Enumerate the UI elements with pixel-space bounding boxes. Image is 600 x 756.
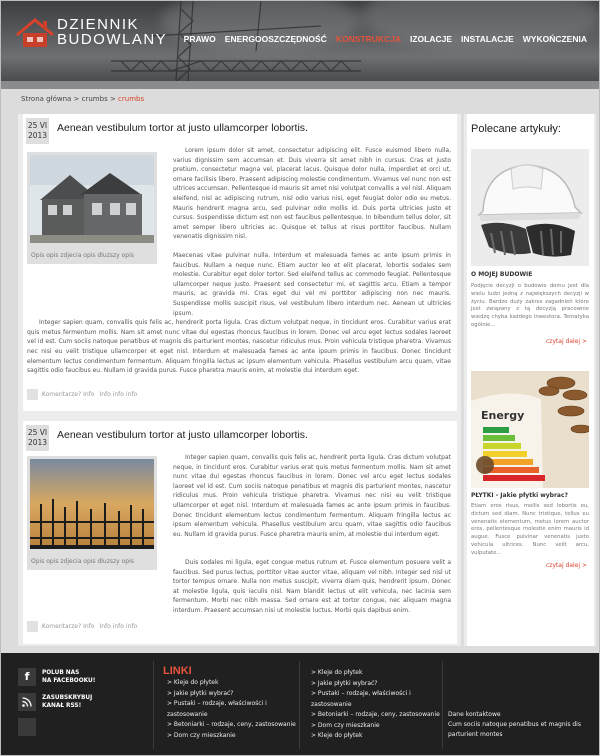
blank-social-icon — [18, 718, 36, 736]
date-day: 25 VI — [27, 428, 48, 437]
energy-label-text: Energy — [481, 409, 524, 422]
article-date: 25 VI 2013 — [26, 118, 49, 144]
house-logo-icon — [16, 18, 54, 47]
contact-text: Cum sociis natoque penatibus et magnis d… — [448, 721, 581, 738]
footer-link[interactable]: > Dom czy mieszkanie — [167, 731, 302, 742]
comment-icon — [27, 389, 38, 400]
nav-item-energooszczednosc[interactable]: ENERGOOSZCZĘDNOŚĆ — [225, 34, 327, 44]
comments-link[interactable]: Komentarze? Info — [42, 391, 94, 398]
article-text-top: Integer sapien quam, convallis quis feli… — [173, 453, 451, 539]
rss-link[interactable]: ZASUBSKRYBUJ KANAŁ RSS! — [18, 693, 92, 711]
footer-contact: Dane kontaktowe Cum sociis natoque penat… — [448, 710, 583, 740]
footer-links-column-1: > Kleje do płytek > Jakie płytki wybrać?… — [167, 678, 302, 741]
footer-links-column-2: > Kleje do płytek > Jakie płytki wybrać?… — [311, 668, 446, 742]
date-year: 2013 — [27, 131, 48, 140]
article-title[interactable]: Aenean vestibulum tortor at justo ullamc… — [57, 122, 308, 134]
sidebar-image-helmet[interactable] — [471, 149, 589, 266]
article-figure: Opis opis zdjecia opis dluzszy opis — [27, 456, 157, 570]
article-image-construction[interactable] — [30, 459, 154, 549]
footer-divider — [153, 661, 154, 749]
article-text-bottom: Maecenas vitae pulvinar nulla. Interdum … — [27, 251, 451, 376]
sidebar-item-heading[interactable]: PŁYTKI - Jakie płytki wybrac? — [471, 492, 568, 499]
energy-label-illustration: Energy — [471, 371, 589, 488]
article-info: Info info info — [99, 623, 138, 630]
rss-label: ZASUBSKRYBUJ KANAŁ RSS! — [42, 695, 93, 709]
breadcrumb-separator: > — [107, 95, 119, 103]
footer-link[interactable]: > Kleje do płytek — [167, 678, 302, 689]
article-title[interactable]: Aenean vestibulum tortor at justo ullamc… — [57, 429, 308, 441]
facebook-link[interactable]: f POLUB NAS NA FACEBOOKU! — [18, 668, 95, 686]
article-paragraph: Duis sodales mi ligula, eget congue metu… — [173, 559, 451, 614]
site-logo[interactable]: DZIENNIK BUDOWLANY — [15, 15, 167, 49]
breadcrumb: Strona główna > crumbs > crumbs — [21, 95, 144, 103]
comment-icon — [27, 621, 38, 632]
sidebar-item-text: Etiam eros risus, mollis sed lobortis eu… — [471, 503, 589, 556]
footer-link[interactable]: > Betoniarki – rodzaje, ceny, zastosowan… — [311, 710, 446, 721]
footer-link[interactable]: > Jakie płytki wybrać? — [311, 679, 446, 690]
nav-item-instalacje[interactable]: INSTALACJE — [461, 34, 514, 44]
sidebar-title: Polecane artykuły: — [471, 123, 561, 135]
footer-link[interactable]: > Kleje do płytek — [311, 731, 446, 742]
footer-divider — [299, 661, 300, 749]
article-info: Info info info — [99, 391, 138, 398]
read-more-link[interactable]: czytaj dalej > — [546, 562, 587, 569]
nav-item-konstrukcja[interactable]: KONSTRUKCJA — [336, 34, 401, 44]
article-card: 25 VI 2013 Aenean vestibulum tortor at j… — [23, 114, 457, 411]
rss-icon — [18, 693, 36, 711]
article-image-house[interactable] — [30, 155, 154, 243]
footer-link[interactable]: > Pustaki – rodzaje, właściwości i zasto… — [311, 689, 446, 710]
article-footer: Komentarze? Info Info info info — [27, 389, 137, 400]
article-paragraph: Lorem ipsum dolor sit amet, consectetur … — [173, 147, 451, 241]
footer-link[interactable]: > Kleje do płytek — [311, 668, 446, 679]
article-footer: Komentarze? Info Info info info — [27, 621, 137, 632]
page: DZIENNIK BUDOWLANY PRAWO ENERGOOSZCZĘDNO… — [0, 0, 600, 756]
date-day: 25 VI — [27, 121, 48, 130]
helmet-gloves-illustration — [471, 149, 589, 266]
footer-link[interactable]: > Jakie płytki wybrać? — [167, 689, 302, 700]
article-text-bottom: Duis sodales mi ligula, eget congue metu… — [27, 558, 451, 616]
facebook-label: POLUB NAS NA FACEBOOKU! — [42, 670, 96, 684]
breadcrumb-mid[interactable]: crumbs — [82, 95, 108, 103]
logo-line2: BUDOWLANY — [57, 31, 168, 48]
sidebar-item-text: Podjęcie decyzji o budowie domu jest dla… — [471, 283, 589, 328]
article-paragraph: Integer sapien quam, convallis quis feli… — [173, 454, 451, 538]
breadcrumb-home[interactable]: Strona główna — [21, 95, 71, 103]
comments-link[interactable]: Komentarze? Info — [42, 623, 94, 630]
social-placeholder[interactable] — [18, 718, 42, 736]
nav-item-prawo[interactable]: PRAWO — [184, 34, 216, 44]
main-nav: PRAWO ENERGOOSZCZĘDNOŚĆ KONSTRUKCJA IZOL… — [184, 34, 587, 44]
article-text-top: Lorem ipsum dolor sit amet, consectetur … — [173, 146, 451, 242]
date-year: 2013 — [27, 438, 48, 447]
sidebar-item-heading[interactable]: O MOJEJ BUDOWIE — [471, 271, 532, 278]
contact-title: Dane kontaktowe — [448, 711, 501, 718]
article-paragraph: Maecenas vitae pulvinar nulla. Interdum … — [173, 252, 451, 317]
footer-divider — [442, 661, 443, 749]
logo-line1: DZIENNIK — [57, 16, 140, 33]
site-header: DZIENNIK BUDOWLANY PRAWO ENERGOOSZCZĘDNO… — [1, 1, 599, 81]
breadcrumb-current: crumbs — [118, 95, 145, 103]
article-figure: Opis opis zdjecia opis dluzszy opis — [27, 152, 157, 264]
header-strip — [1, 81, 599, 89]
nav-item-wykonczenia[interactable]: WYKOŃCZENIA — [523, 34, 587, 44]
article-paragraph: Integer sapien quam, convallis quis feli… — [27, 319, 451, 375]
facebook-icon: f — [18, 668, 36, 686]
read-more-link[interactable]: czytaj dalej > — [546, 338, 587, 345]
footer-link[interactable]: > Betoniarki – rodzaje, ceny, zastosowan… — [167, 720, 302, 731]
footer-link[interactable]: > Pustaki – rodzaje, właściwości i zasto… — [167, 699, 302, 720]
article-card: 25 VI 2013 Aenean vestibulum tortor at j… — [23, 421, 457, 644]
footer-link[interactable]: > Dom czy mieszkanie — [311, 721, 446, 732]
links-title: LINKI — [163, 665, 192, 677]
nav-item-izolacje[interactable]: IZOLACJE — [410, 34, 452, 44]
breadcrumb-separator: > — [71, 95, 82, 103]
sidebar-image-energy[interactable]: Energy — [471, 371, 589, 488]
article-date: 25 VI 2013 — [26, 425, 49, 451]
